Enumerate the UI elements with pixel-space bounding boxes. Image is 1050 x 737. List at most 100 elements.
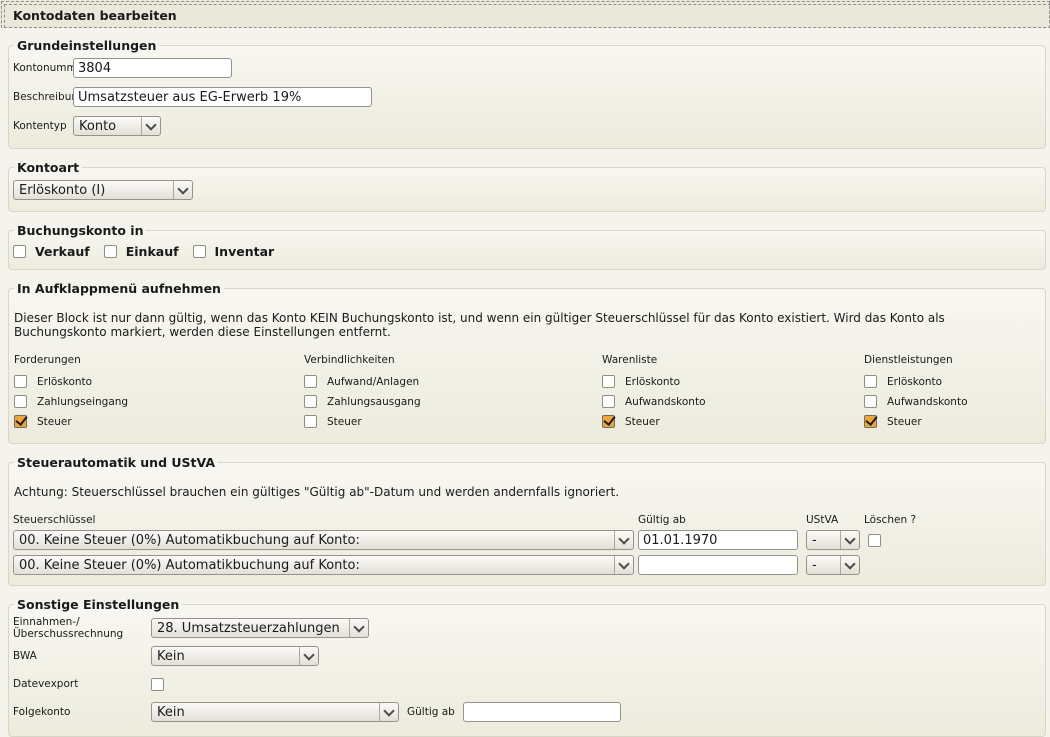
ustva-select-2-value: - [812, 558, 840, 573]
chevron-down-icon [614, 556, 633, 574]
checkbox-option: Steuer [304, 415, 602, 428]
steuerautomatik-warning: Achtung: Steuerschlüssel brauchen ein gü… [14, 485, 1040, 499]
kontonummer-label: Kontonummer [13, 62, 73, 74]
option-label: Aufwandskonto [625, 396, 706, 408]
kontoart-select[interactable]: Erlöskonto (I) [13, 180, 193, 200]
folgekonto-select[interactable]: Kein [151, 702, 399, 722]
chevron-down-icon [173, 181, 192, 199]
section-sonstige: Sonstige Einstellungen Einnahmen-/Übersc… [8, 597, 1046, 737]
col-loeschen: Löschen ? [864, 514, 916, 526]
checkbox-option: Erlöskonto [602, 375, 864, 388]
kontoart-row: Erlöskonto (I) [13, 180, 1042, 200]
option-label: Steuer [887, 416, 922, 428]
option-label: Erlöskonto [37, 376, 92, 388]
beschreibung-row: Beschreibung [13, 87, 1042, 107]
kontentyp-label: Kontentyp [13, 120, 73, 132]
kontonummer-input[interactable] [73, 58, 232, 78]
ustva-select-2[interactable]: - [806, 555, 860, 575]
steuerschluessel-select-1-value: 00. Keine Steuer (0%) Automatikbuchung a… [19, 533, 614, 548]
warenliste-steuer-checkbox[interactable] [602, 415, 615, 428]
kontentyp-select-value: Konto [79, 119, 141, 134]
bwa-row: BWA Kein [13, 644, 1042, 668]
group-warenliste: Warenliste Erlöskonto Aufwandskonto Steu… [602, 354, 864, 435]
aufklappmenu-legend: In Aufklappmenü aufnehmen [14, 281, 224, 296]
steuerschluessel-select-2[interactable]: 00. Keine Steuer (0%) Automatikbuchung a… [13, 555, 634, 575]
chevron-down-icon [349, 619, 368, 637]
folgekonto-label: Folgekonto [13, 706, 151, 718]
einkauf-checkbox[interactable] [104, 245, 117, 258]
forderungen-steuer-checkbox[interactable] [14, 415, 27, 428]
gueltig-ab-input-2[interactable] [638, 555, 798, 575]
checkbox-option: Steuer [602, 415, 864, 428]
section-aufklappmenu: In Aufklappmenü aufnehmen Dieser Block i… [8, 281, 1046, 444]
chevron-down-icon [840, 556, 859, 574]
checkbox-option: Aufwandskonto [864, 395, 1042, 408]
option-label: Erlöskonto [887, 376, 942, 388]
col-ustva: UStVA [806, 514, 864, 526]
verbindlichkeiten-steuer-checkbox[interactable] [304, 415, 317, 428]
form-content: Grundeinstellungen Kontonummer Beschreib… [0, 28, 1050, 737]
folgekonto-select-value: Kein [157, 705, 379, 720]
beschreibung-label: Beschreibung [13, 91, 73, 103]
steuer-row-2: 00. Keine Steuer (0%) Automatikbuchung a… [13, 555, 1042, 575]
chevron-down-icon [379, 703, 398, 721]
group-verbindlichkeiten-title: Verbindlichkeiten [304, 354, 602, 366]
bwa-select-value: Kein [157, 649, 299, 664]
option-label: Steuer [327, 416, 362, 428]
euer-select[interactable]: 28. Umsatzsteuerzahlungen [151, 618, 369, 638]
checkbox-option: Zahlungsausgang [304, 395, 602, 408]
chevron-down-icon [299, 647, 318, 665]
loeschen-checkbox-1[interactable] [868, 534, 881, 547]
section-kontoart: Kontoart Erlöskonto (I) [8, 160, 1046, 212]
verbindlichkeiten-zahlungsausgang-checkbox[interactable] [304, 395, 317, 408]
checkbox-option: Aufwandskonto [602, 395, 864, 408]
steuerautomatik-legend: Steuerautomatik und UStVA [14, 455, 218, 470]
datevexport-row: Datevexport [13, 672, 1042, 696]
option-label: Erlöskonto [625, 376, 680, 388]
ustva-select-1[interactable]: - [806, 530, 860, 550]
verkauf-checkbox[interactable] [13, 245, 26, 258]
checkbox-option: Steuer [864, 415, 1042, 428]
kontoart-legend: Kontoart [14, 160, 82, 175]
bwa-label: BWA [13, 650, 151, 662]
dienstleistungen-erloeskonto-checkbox[interactable] [864, 375, 877, 388]
inventar-label: Inventar [215, 244, 275, 259]
euer-row: Einnahmen-/Überschussrechnung 28. Umsatz… [13, 616, 1042, 640]
checkbox-option: Steuer [14, 415, 304, 428]
folgekonto-gueltig-ab-input[interactable] [463, 702, 621, 722]
steuer-row-1: 00. Keine Steuer (0%) Automatikbuchung a… [13, 530, 1042, 550]
col-steuerschluessel: Steuerschlüssel [13, 514, 638, 526]
datevexport-checkbox[interactable] [151, 678, 164, 691]
bwa-select[interactable]: Kein [151, 646, 319, 666]
inventar-checkbox[interactable] [193, 245, 206, 258]
steuerschluessel-select-1[interactable]: 00. Keine Steuer (0%) Automatikbuchung a… [13, 530, 634, 550]
grundeinstellungen-legend: Grundeinstellungen [14, 38, 159, 53]
dienstleistungen-aufwandskonto-checkbox[interactable] [864, 395, 877, 408]
ustva-select-1-value: - [812, 533, 840, 548]
warenliste-aufwandskonto-checkbox[interactable] [602, 395, 615, 408]
forderungen-erloeskonto-checkbox[interactable] [14, 375, 27, 388]
group-dienstleistungen-title: Dienstleistungen [864, 354, 1042, 366]
einkauf-label: Einkauf [126, 244, 179, 259]
beschreibung-input[interactable] [73, 87, 372, 107]
gueltig-ab-input-1[interactable] [638, 530, 798, 550]
buchungskonto-legend: Buchungskonto in [14, 223, 146, 238]
group-verbindlichkeiten: Verbindlichkeiten Aufwand/Anlagen Zahlun… [304, 354, 602, 435]
forderungen-zahlungseingang-checkbox[interactable] [14, 395, 27, 408]
warenliste-erloeskonto-checkbox[interactable] [602, 375, 615, 388]
kontentyp-row: Kontentyp Konto [13, 116, 1042, 136]
euer-label: Einnahmen-/Überschussrechnung [13, 616, 151, 640]
verbindlichkeiten-aufwand-checkbox[interactable] [304, 375, 317, 388]
checkbox-option: Erlöskonto [14, 375, 304, 388]
option-label: Zahlungsausgang [327, 396, 421, 408]
kontonummer-row: Kontonummer [13, 58, 1042, 78]
option-label: Zahlungseingang [37, 396, 128, 408]
group-forderungen-title: Forderungen [14, 354, 304, 366]
option-label: Steuer [37, 416, 72, 428]
kontentyp-select[interactable]: Konto [73, 116, 161, 136]
section-grundeinstellungen: Grundeinstellungen Kontonummer Beschreib… [8, 38, 1046, 149]
checkbox-option: Zahlungseingang [14, 395, 304, 408]
aufklappmenu-description: Dieser Block ist nur dann gültig, wenn d… [14, 311, 1040, 339]
dienstleistungen-steuer-checkbox[interactable] [864, 415, 877, 428]
option-label: Aufwand/Anlagen [327, 376, 419, 388]
